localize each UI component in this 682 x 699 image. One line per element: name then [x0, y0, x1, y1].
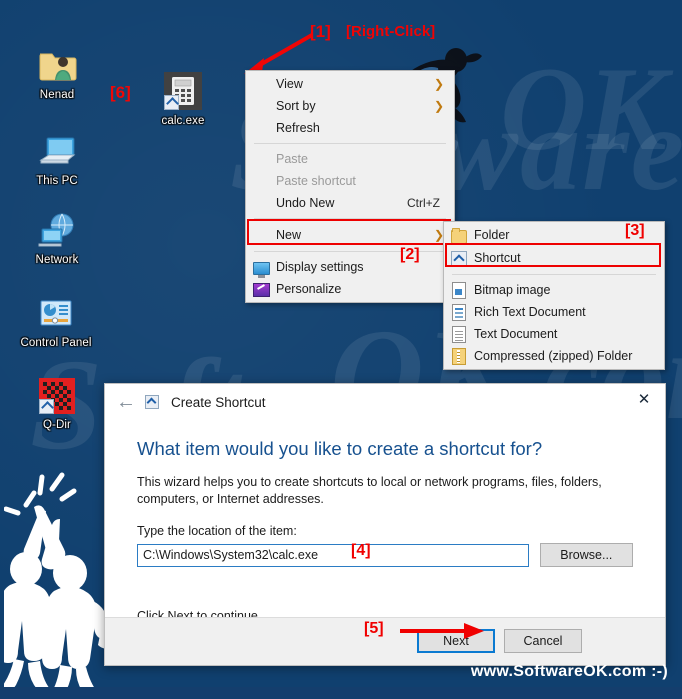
network-icon: [14, 207, 100, 249]
folder-icon: [444, 228, 474, 244]
menu-item-label: New: [276, 228, 302, 242]
dialog-heading: What item would you like to create a sho…: [137, 438, 543, 459]
background-watermark-2: OK: [500, 42, 667, 175]
q-dir-icon: [14, 372, 100, 414]
cancel-button[interactable]: Cancel: [504, 629, 582, 653]
annotation-step3: [3]: [625, 222, 645, 239]
desktop-icon-label: Nenad: [39, 89, 75, 101]
submenu-item-label: Rich Text Document: [474, 305, 586, 319]
rich-text-document-icon: [444, 303, 474, 321]
menu-item-label: Sort by: [276, 99, 316, 113]
desktop-icon-label: calc.exe: [161, 115, 205, 127]
desktop-icon-label: Network: [35, 254, 79, 266]
site-watermark: www.SoftwareOK.com :-): [470, 663, 668, 680]
menu-separator: [254, 218, 446, 219]
annotation-step1: [1]: [310, 22, 331, 41]
location-input[interactable]: C:\Windows\System32\calc.exe: [137, 543, 529, 567]
desktop-context-menu[interactable]: View ❯ Sort by ❯ Refresh Paste Paste sho…: [245, 70, 455, 303]
annotation-step5: [5]: [364, 620, 384, 637]
back-arrow-icon[interactable]: ←: [109, 388, 143, 416]
submenu-item-shortcut[interactable]: Shortcut: [444, 246, 664, 270]
menu-item-sort-by[interactable]: Sort by ❯: [246, 95, 454, 117]
submenu-item-label: Shortcut: [474, 251, 521, 265]
dialog-body: What item would you like to create a sho…: [105, 420, 665, 623]
menu-item-label: Paste shortcut: [276, 174, 356, 188]
menu-separator: [452, 274, 656, 275]
computer-icon: [14, 128, 100, 170]
desktop-icon-calc-exe[interactable]: calc.exe: [140, 68, 226, 128]
bottom-bar: [0, 687, 682, 699]
menu-item-personalize[interactable]: Personalize: [246, 278, 454, 300]
shortcut-icon: [444, 250, 474, 267]
next-button[interactable]: Next: [417, 629, 495, 653]
user-folder-icon: [14, 42, 100, 84]
submenu-item-label: Compressed (zipped) Folder: [474, 349, 633, 363]
chevron-right-icon: ❯: [433, 77, 444, 91]
desktop-icon-this-pc[interactable]: This PC: [14, 128, 100, 188]
zip-folder-icon: [444, 347, 474, 365]
desktop-icon-label: Control Panel: [20, 337, 92, 349]
menu-item-paste: Paste: [246, 148, 454, 170]
menu-item-label: Refresh: [276, 121, 320, 135]
submenu-item-bitmap-image[interactable]: Bitmap image: [444, 279, 664, 301]
monitor-icon: [246, 261, 276, 278]
celebration-figures-decoration: [4, 472, 109, 698]
create-shortcut-dialog: ← Create Shortcut ✕ What item would you …: [104, 383, 666, 666]
personalize-brush-icon: [246, 282, 276, 297]
shortcut-overlay-icon: [39, 399, 54, 414]
menu-item-paste-shortcut: Paste shortcut: [246, 170, 454, 192]
dialog-footer: Next Cancel: [105, 617, 665, 665]
menu-item-view[interactable]: View ❯: [246, 73, 454, 95]
calculator-shortcut-icon: [140, 68, 226, 110]
desktop-icon-q-dir[interactable]: Q-Dir: [14, 372, 100, 432]
annotation-step4: [4]: [351, 542, 371, 559]
text-document-icon: [444, 325, 474, 343]
submenu-item-text-document[interactable]: Text Document: [444, 323, 664, 345]
submenu-item-label: Bitmap image: [474, 283, 551, 297]
menu-separator: [254, 143, 446, 144]
menu-item-accelerator: Ctrl+Z: [407, 196, 440, 210]
desktop-icon-label: This PC: [36, 175, 78, 187]
annotation-step6: [6]: [110, 83, 131, 102]
annotation-right-click: [Right-Click]: [346, 23, 436, 40]
desktop-icon-label: Q-Dir: [43, 419, 71, 431]
desktop-icon-nenad[interactable]: Nenad: [14, 42, 100, 102]
desktop-icon-control-panel[interactable]: Control Panel: [3, 290, 109, 350]
menu-item-display-settings[interactable]: Display settings: [246, 256, 454, 278]
menu-item-label: Display settings: [276, 260, 364, 274]
submenu-item-rich-text-document[interactable]: Rich Text Document: [444, 301, 664, 323]
desktop-icon-network[interactable]: Network: [14, 207, 100, 267]
dialog-title-shortcut-icon: [143, 395, 161, 409]
menu-item-label: Personalize: [276, 282, 342, 296]
control-panel-icon: [3, 290, 109, 332]
menu-item-refresh[interactable]: Refresh: [246, 117, 454, 139]
menu-item-label: Undo New: [276, 196, 335, 210]
location-field-label: Type the location of the item:: [137, 524, 297, 538]
new-submenu[interactable]: Folder Shortcut Bitmap image Rich Text D…: [443, 221, 665, 370]
bitmap-image-icon: [444, 281, 474, 299]
dialog-title: Create Shortcut: [171, 394, 266, 410]
menu-item-label: View: [276, 77, 303, 91]
submenu-item-compressed-folder[interactable]: Compressed (zipped) Folder: [444, 345, 664, 367]
dialog-title-bar: ← Create Shortcut ✕: [105, 384, 665, 420]
chevron-right-icon: ❯: [433, 99, 444, 113]
menu-item-undo-new[interactable]: Undo New Ctrl+Z: [246, 192, 454, 214]
browse-button[interactable]: Browse...: [539, 543, 633, 567]
annotation-step2: [2]: [400, 246, 420, 263]
dialog-description: This wizard helps you to create shortcut…: [137, 475, 602, 506]
submenu-item-label: Text Document: [474, 327, 558, 341]
shortcut-overlay-icon: [164, 95, 179, 110]
location-field-row: C:\Windows\System32\calc.exe Browse...: [137, 543, 633, 567]
menu-item-label: Paste: [276, 152, 308, 166]
menu-item-new[interactable]: New ❯: [246, 223, 454, 247]
close-icon[interactable]: ✕: [631, 388, 657, 410]
